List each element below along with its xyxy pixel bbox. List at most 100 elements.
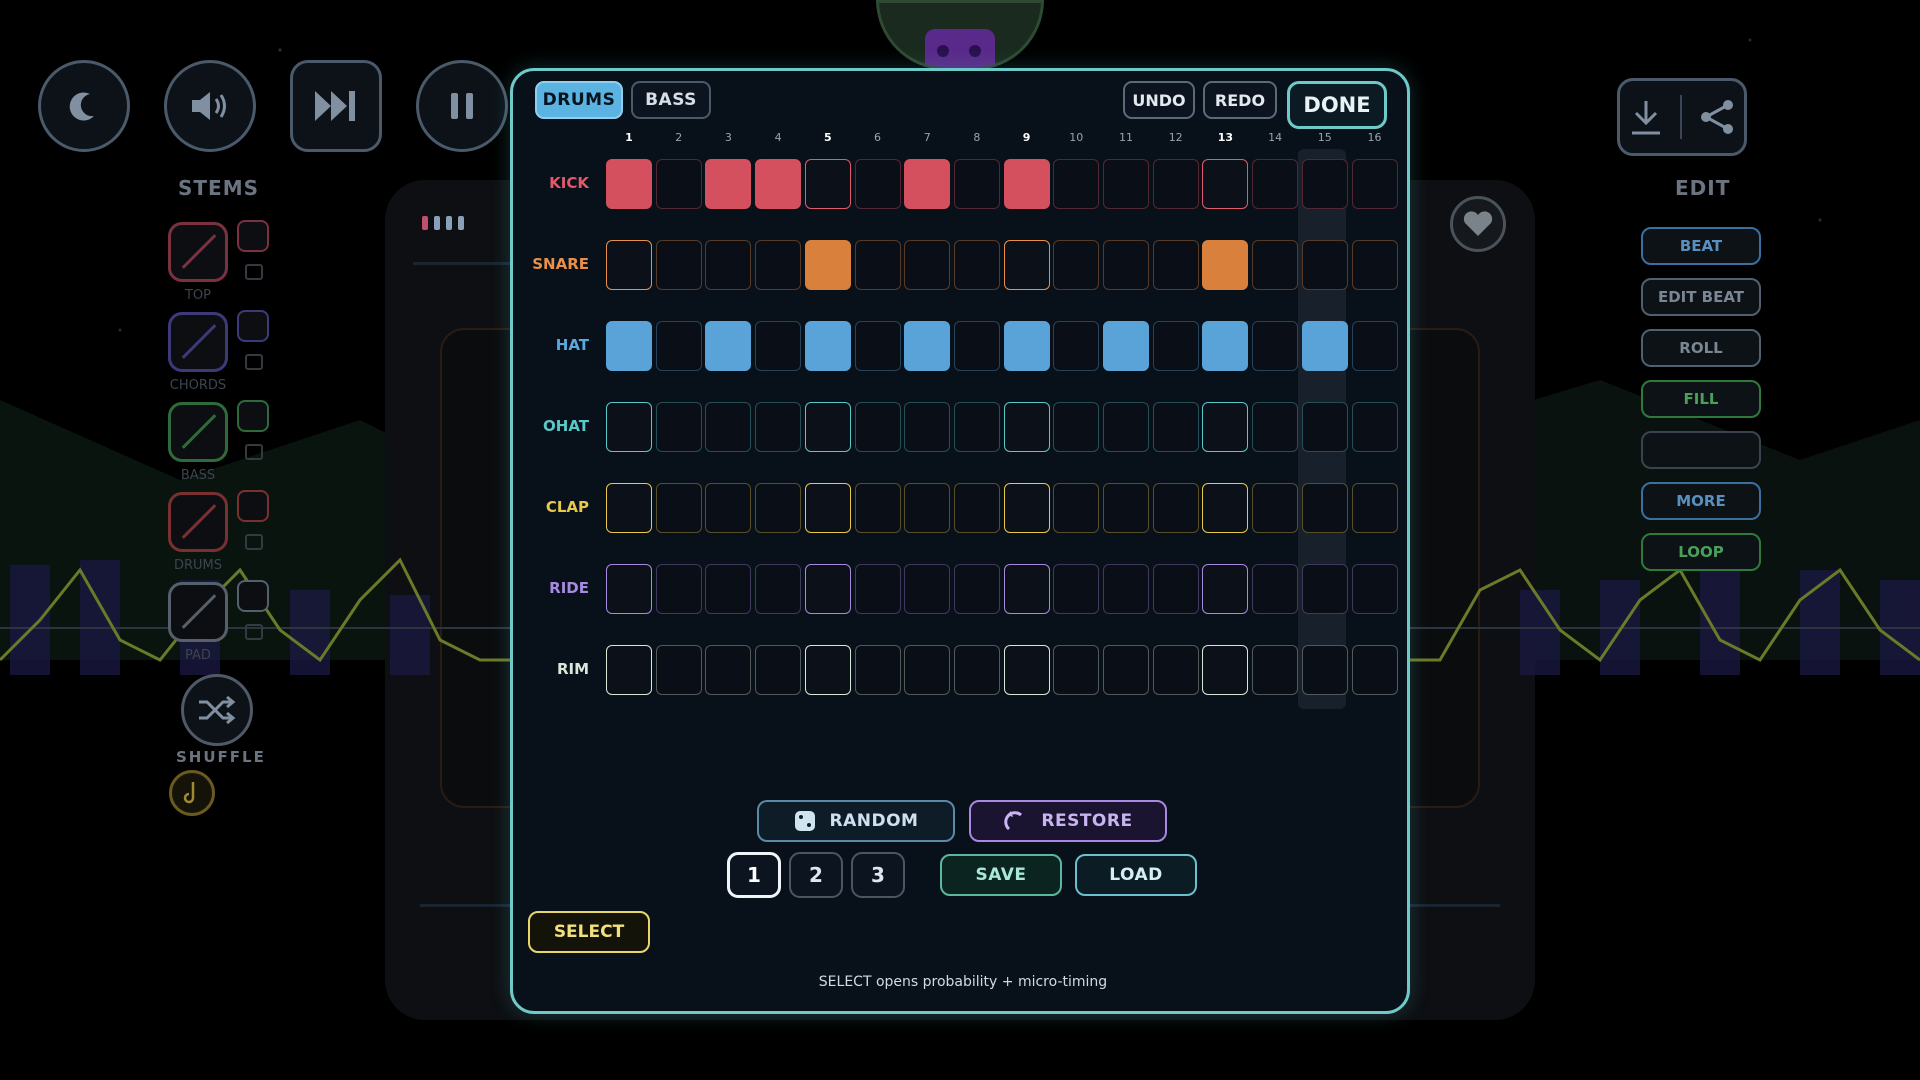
step-cell[interactable] [1202, 483, 1249, 533]
step-cell[interactable] [1301, 159, 1348, 209]
step-cell[interactable] [953, 240, 1000, 290]
step-cell[interactable] [804, 240, 851, 290]
step-cell[interactable] [804, 159, 851, 209]
load-button[interactable]: LOAD [1075, 854, 1197, 896]
edit-button[interactable]: ROLL [1641, 329, 1761, 367]
restore-button[interactable]: RESTORE [969, 800, 1167, 842]
step-cell[interactable] [1351, 402, 1398, 452]
step-cell[interactable] [705, 240, 752, 290]
step-cell[interactable] [1152, 321, 1199, 371]
step-cell[interactable] [606, 645, 652, 695]
step-cell[interactable] [1202, 159, 1249, 209]
skip-forward-button[interactable] [290, 60, 382, 152]
save-button[interactable]: SAVE [940, 854, 1062, 896]
step-cell[interactable] [1252, 321, 1299, 371]
step-cell[interactable] [1053, 402, 1100, 452]
step-cell[interactable] [904, 321, 951, 371]
step-cell[interactable] [755, 402, 802, 452]
step-cell[interactable] [1152, 564, 1199, 614]
step-cell[interactable] [755, 564, 802, 614]
step-cell[interactable] [655, 240, 702, 290]
stem-lock-icon[interactable] [245, 624, 263, 640]
step-cell[interactable] [1053, 159, 1100, 209]
step-cell[interactable] [804, 564, 851, 614]
step-cell[interactable] [953, 483, 1000, 533]
pattern-slot-button[interactable]: 1 [727, 852, 781, 898]
edit-button[interactable]: LOOP [1641, 533, 1761, 571]
random-button[interactable]: RANDOM [757, 800, 955, 842]
step-cell[interactable] [804, 483, 851, 533]
share-icon[interactable] [1698, 97, 1736, 137]
step-cell[interactable] [804, 402, 851, 452]
step-cell[interactable] [1301, 483, 1348, 533]
step-cell[interactable] [1252, 159, 1299, 209]
step-cell[interactable] [904, 159, 951, 209]
step-cell[interactable] [1103, 564, 1149, 614]
step-cell[interactable] [606, 483, 652, 533]
step-cell[interactable] [1202, 645, 1249, 695]
step-cell[interactable] [953, 645, 1000, 695]
step-cell[interactable] [1351, 645, 1398, 695]
step-cell[interactable] [655, 402, 702, 452]
step-cell[interactable] [606, 159, 652, 209]
step-cell[interactable] [1252, 483, 1299, 533]
step-cell[interactable] [1252, 402, 1299, 452]
step-cell[interactable] [904, 402, 951, 452]
step-cell[interactable] [755, 159, 802, 209]
step-cell[interactable] [904, 645, 951, 695]
stem-dice-icon[interactable] [237, 310, 269, 342]
night-mode-button[interactable] [38, 60, 130, 152]
step-cell[interactable] [655, 159, 702, 209]
step-cell[interactable] [1301, 564, 1348, 614]
step-cell[interactable] [854, 483, 901, 533]
step-cell[interactable] [705, 645, 752, 695]
undo-button[interactable]: UNDO [1123, 81, 1195, 119]
select-button[interactable]: SELECT [528, 911, 650, 953]
step-cell[interactable] [606, 402, 652, 452]
edit-button[interactable]: FILL [1641, 380, 1761, 418]
done-button[interactable]: DONE [1287, 81, 1387, 129]
step-cell[interactable] [1351, 564, 1398, 614]
step-cell[interactable] [1053, 240, 1100, 290]
tab-drums[interactable]: DRUMS [535, 81, 623, 119]
step-cell[interactable] [953, 402, 1000, 452]
redo-button[interactable]: REDO [1203, 81, 1277, 119]
step-cell[interactable] [1252, 240, 1299, 290]
step-cell[interactable] [854, 402, 901, 452]
step-cell[interactable] [655, 321, 702, 371]
edit-button[interactable]: MORE [1641, 482, 1761, 520]
step-cell[interactable] [854, 159, 901, 209]
step-cell[interactable] [705, 483, 752, 533]
pause-button[interactable] [416, 60, 508, 152]
step-cell[interactable] [1252, 564, 1299, 614]
step-cell[interactable] [606, 321, 652, 371]
step-cell[interactable] [1103, 240, 1149, 290]
pattern-slot-button[interactable]: 2 [789, 852, 843, 898]
step-cell[interactable] [1152, 159, 1199, 209]
step-cell[interactable] [1103, 402, 1149, 452]
step-cell[interactable] [1152, 645, 1199, 695]
step-cell[interactable] [1152, 483, 1199, 533]
step-cell[interactable] [1252, 645, 1299, 695]
step-cell[interactable] [655, 483, 702, 533]
step-cell[interactable] [1103, 645, 1149, 695]
step-cell[interactable] [1351, 159, 1398, 209]
pattern-slot-button[interactable]: 3 [851, 852, 905, 898]
step-cell[interactable] [755, 483, 802, 533]
step-cell[interactable] [804, 645, 851, 695]
step-cell[interactable] [705, 402, 752, 452]
step-cell[interactable] [1351, 240, 1398, 290]
step-cell[interactable] [854, 645, 901, 695]
step-cell[interactable] [1003, 483, 1050, 533]
shuffle-button[interactable] [181, 674, 253, 746]
step-cell[interactable] [854, 321, 901, 371]
step-cell[interactable] [1103, 321, 1149, 371]
tab-bass[interactable]: BASS [631, 81, 711, 119]
step-cell[interactable] [655, 645, 702, 695]
step-cell[interactable] [953, 321, 1000, 371]
step-cell[interactable] [953, 564, 1000, 614]
step-cell[interactable] [1003, 645, 1050, 695]
step-cell[interactable] [705, 159, 752, 209]
step-cell[interactable] [1202, 402, 1249, 452]
step-cell[interactable] [755, 240, 802, 290]
